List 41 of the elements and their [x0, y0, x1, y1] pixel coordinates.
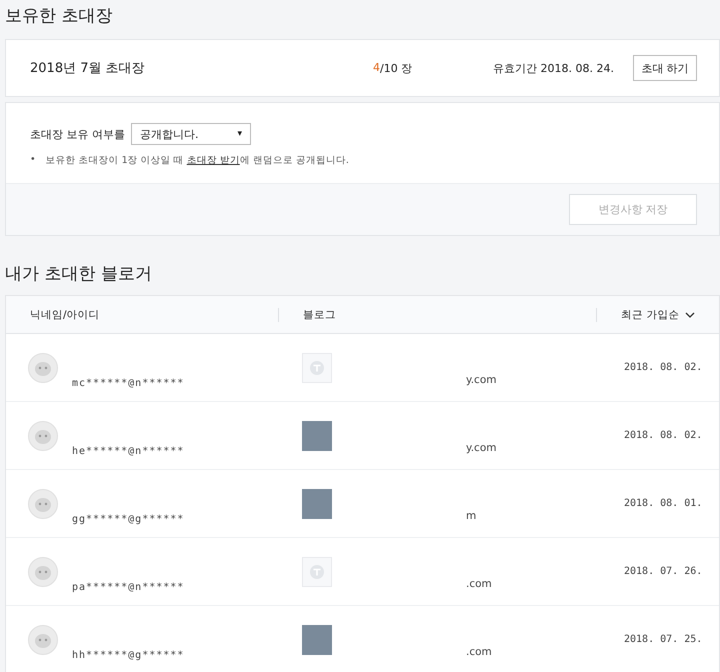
join-date: 2018. 08. 02.: [623, 430, 704, 441]
blog-url[interactable]: m: [466, 510, 604, 522]
join-date: 2018. 07. 26.: [623, 566, 704, 577]
avatar-icon: [28, 420, 58, 450]
user-id: he******@n******: [72, 446, 184, 457]
photo-placeholder: [302, 624, 332, 654]
section-title: 보유한 초대장: [5, 5, 114, 27]
join-date: 2018. 08. 01.: [623, 498, 704, 509]
photo-placeholder: [302, 420, 332, 450]
used-count: 4: [373, 60, 380, 76]
expiry-date: 유효기간 2018. 08. 24.: [493, 60, 615, 76]
default-blog-thumbnail: [302, 352, 332, 382]
total-count: /10 장: [380, 60, 412, 76]
user-id: gg******@g******: [72, 514, 184, 525]
avatar-icon: [28, 488, 58, 518]
sort-dropdown[interactable]: 최근 가입순: [621, 308, 696, 322]
invite-button[interactable]: 초대 하기: [633, 55, 697, 81]
column-header: 닉네임/아이디: [29, 308, 101, 322]
blog-url[interactable]: .com: [466, 578, 604, 590]
info-note: 보유한 초대장이 1장 이상일 때 초대장 받기 에 랜덤으로 공개됩니다.: [46, 154, 349, 167]
default-blog-thumbnail: [302, 556, 332, 586]
avatar-icon: [28, 352, 58, 382]
blog-url[interactable]: y.com: [466, 374, 604, 386]
join-date: 2018. 07. 25.: [623, 634, 704, 645]
photo-placeholder: [302, 488, 332, 518]
chevron-down-icon: [685, 312, 696, 318]
user-id: pa******@n******: [72, 582, 184, 593]
bullet-dot: •: [30, 154, 36, 167]
blog-url[interactable]: .com: [466, 646, 604, 658]
receive-invite-link[interactable]: 초대장 받기: [186, 155, 240, 166]
avatar-icon: [28, 624, 58, 654]
user-id: mc******@n******: [72, 378, 184, 389]
user-id: hh******@g******: [72, 650, 184, 661]
column-header: 블로그: [303, 308, 336, 320]
visibility-label: 초대장 보유 여부를: [30, 126, 125, 142]
join-date: 2018. 08. 02.: [623, 362, 704, 373]
invite-name: 2018년 7월 초대장: [30, 60, 146, 77]
section-title: 내가 초대한 블로거: [5, 263, 153, 285]
blog-url[interactable]: y.com: [466, 442, 604, 454]
avatar-icon: [28, 556, 58, 586]
visibility-dropdown[interactable]: 공개합니다. ▾: [131, 123, 251, 145]
